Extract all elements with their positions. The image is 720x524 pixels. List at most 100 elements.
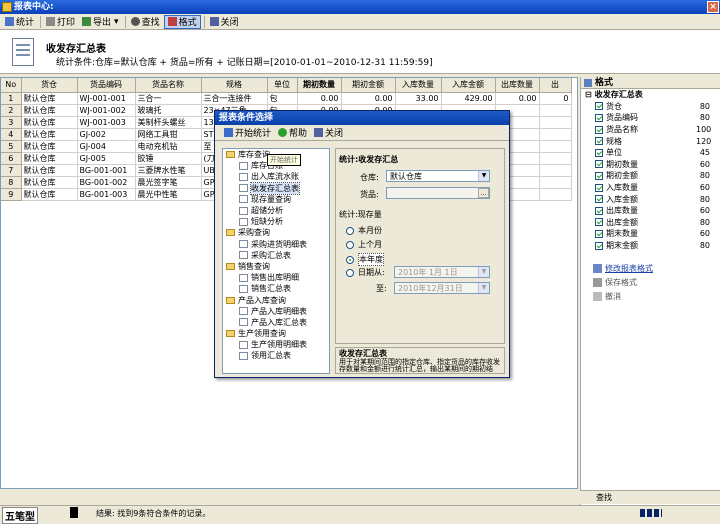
date-to-picker[interactable]: 2010年12月31日 ▼ <box>394 282 490 294</box>
checkbox[interactable] <box>595 160 603 169</box>
tree-item[interactable]: 超储分析 <box>223 205 329 216</box>
tree-item[interactable]: 生产领用明细表 <box>223 339 329 350</box>
checkbox[interactable] <box>595 195 603 204</box>
tree-item[interactable]: 销售汇总表 <box>223 283 329 294</box>
tree-item[interactable]: 销售出库明细 <box>223 272 329 283</box>
format-button[interactable]: 格式 <box>163 14 201 29</box>
statistics-button[interactable]: 统计 <box>2 15 37 29</box>
start-statistics-button[interactable]: 开始统计 <box>221 126 274 140</box>
checkbox[interactable] <box>595 206 603 215</box>
tree-item[interactable]: 产品入库明细表 <box>223 306 329 317</box>
format-group[interactable]: ⊟ 收发存汇总表 <box>581 89 720 101</box>
find-button[interactable]: 查找 <box>128 15 163 29</box>
checkbox[interactable] <box>595 171 603 180</box>
format-field-row[interactable]: 入库数量 60 <box>581 182 720 194</box>
tree-item[interactable]: 采购汇总表 <box>223 250 329 261</box>
column-header[interactable]: 期初数量 <box>297 78 342 93</box>
format-field-row[interactable]: 期初数量 60 <box>581 159 720 171</box>
column-header[interactable]: 规格 <box>201 78 268 93</box>
help-button[interactable]: 帮助 <box>275 126 310 140</box>
column-header[interactable]: 货品名称 <box>135 78 202 93</box>
export-button[interactable]: 导出 ▾ <box>79 15 122 29</box>
checkbox[interactable] <box>595 241 603 250</box>
ime-mode-icon[interactable] <box>70 507 78 518</box>
column-header[interactable]: 出 <box>539 78 572 93</box>
browse-button[interactable]: ... <box>478 188 489 198</box>
checkbox[interactable] <box>595 113 603 122</box>
window-close-button[interactable]: × <box>707 1 719 13</box>
radio-button[interactable] <box>346 268 354 277</box>
format-field-row[interactable]: 期初金额 80 <box>581 170 720 182</box>
format-field-row[interactable]: 出库金额 80 <box>581 217 720 229</box>
format-field-row[interactable]: 货品名称 100 <box>581 124 720 136</box>
format-field-row[interactable]: 规格 120 <box>581 135 720 147</box>
tree-item[interactable]: 领用汇总表 <box>223 350 329 361</box>
format-field-row[interactable]: 货品编码 80 <box>581 112 720 124</box>
panel-find-button[interactable]: 查找 <box>580 490 720 504</box>
collapse-icon: ⊟ <box>585 90 592 100</box>
tree-folder[interactable]: 采购查询 <box>223 227 329 238</box>
format-field-row[interactable]: 期末数量 60 <box>581 228 720 240</box>
chevron-down-icon: ▾ <box>114 16 119 27</box>
format-field-row[interactable]: 入库金额 80 <box>581 193 720 205</box>
tree-folder[interactable]: 生产领用查询 <box>223 328 329 339</box>
radio-button[interactable] <box>346 226 354 235</box>
goods-field[interactable]: ... <box>386 187 490 199</box>
tree-label: 产品入库汇总表 <box>251 317 307 327</box>
column-header[interactable]: 货仓 <box>21 78 78 93</box>
ime-indicator[interactable]: 五笔型 <box>2 507 38 524</box>
table-cell: 三合一连接件 <box>201 92 268 105</box>
tree-folder[interactable]: 销售查询 <box>223 261 329 272</box>
checkbox[interactable] <box>595 102 603 111</box>
format-field-row[interactable]: 单位 45 <box>581 147 720 159</box>
tree-item[interactable]: 收发存汇总表 <box>223 181 329 195</box>
column-header[interactable]: 出库数量 <box>495 78 540 93</box>
report-icon <box>239 184 248 193</box>
field-width: 60 <box>699 206 710 216</box>
period-radio[interactable]: 本年度 <box>346 253 384 266</box>
checkbox[interactable] <box>595 137 603 146</box>
report-description: 收发存汇总表 用于对某期间范围的指定仓库、指定货品的库存收发存数量和金额进行统计… <box>335 347 505 374</box>
warehouse-select[interactable]: 默认仓库 ▼ <box>386 170 490 182</box>
table-row[interactable]: 1 默认仓库 WJ-001-001 三合一 三合一连接件包 0.00 0.00 33.00 42… <box>1 92 572 105</box>
checkbox[interactable] <box>595 148 603 157</box>
dialog-close-button[interactable]: 关闭 <box>311 126 346 140</box>
folder-icon <box>226 262 235 270</box>
close-button[interactable]: 关闭 <box>207 15 242 29</box>
tree-item[interactable]: 现存量查询 <box>223 194 329 205</box>
format-field-row[interactable]: 出库数量 60 <box>581 205 720 217</box>
period-radio[interactable]: 本月份 <box>346 225 382 236</box>
format-field-row[interactable]: 期末金额 80 <box>581 240 720 252</box>
period-radio[interactable]: 日期从: <box>346 267 385 278</box>
undo-button[interactable]: 撤消 <box>581 289 720 303</box>
radio-button[interactable] <box>346 240 354 249</box>
checkbox[interactable] <box>595 218 603 227</box>
checkbox[interactable] <box>595 183 603 192</box>
tree-item[interactable]: 短缺分析 <box>223 216 329 227</box>
column-header[interactable]: 入库数量 <box>395 78 442 93</box>
column-header[interactable]: No <box>1 78 22 93</box>
format-field-row[interactable]: 货仓 80 <box>581 101 720 113</box>
tree-folder[interactable]: 产品入库查询 <box>223 294 329 305</box>
checkbox[interactable] <box>595 125 603 134</box>
column-header[interactable]: 入库金额 <box>441 78 496 93</box>
column-header[interactable]: 货品编码 <box>77 78 136 93</box>
modify-format-link[interactable]: 修改报表格式 <box>581 261 720 275</box>
field-width: 60 <box>699 183 710 193</box>
tree-item[interactable]: 出入库流水账 <box>223 171 329 182</box>
print-button[interactable]: 打印 <box>43 15 78 29</box>
checkbox[interactable] <box>595 229 603 238</box>
tree-item[interactable]: 产品入库汇总表 <box>223 317 329 328</box>
table-cell: 默认仓库 <box>21 116 78 129</box>
period-radio[interactable]: 上个月 <box>346 239 382 250</box>
radio-button[interactable] <box>346 255 354 264</box>
column-header[interactable]: 期初金额 <box>341 78 396 93</box>
tree-item[interactable]: 采购进货明细表 <box>223 239 329 250</box>
date-from-picker[interactable]: 2010年 1月 1日 ▼ <box>394 266 490 278</box>
radio-label: 上个月 <box>358 240 382 249</box>
save-format-button[interactable]: 保存格式 <box>581 275 720 289</box>
column-header[interactable]: 单位 <box>267 78 298 93</box>
field-width: 60 <box>699 159 710 169</box>
table-cell: GJ-005 <box>77 152 136 165</box>
field-label: 货品编码 <box>606 113 638 123</box>
